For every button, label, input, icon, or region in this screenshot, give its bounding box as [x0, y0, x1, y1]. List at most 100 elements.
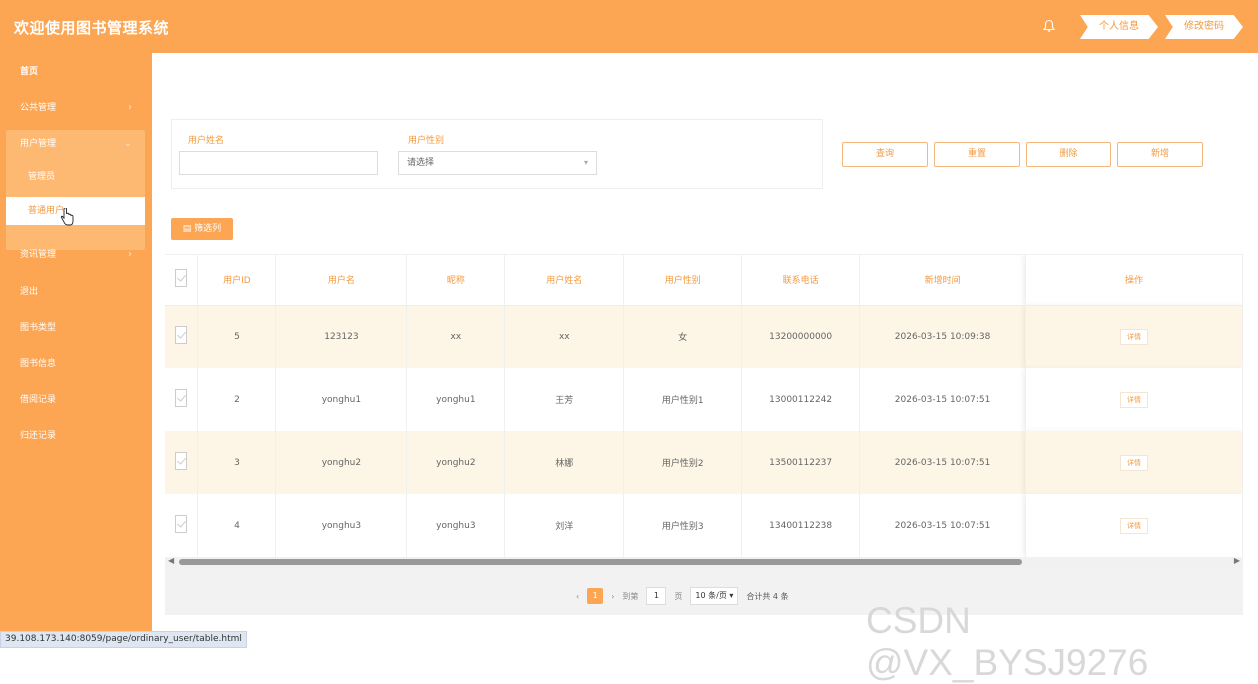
table-cell: 女 — [623, 305, 743, 368]
column-header[interactable]: 昵称 — [406, 255, 506, 306]
sidebar-item-label: 资讯管理 — [20, 250, 57, 260]
prev-page-icon[interactable]: ‹ — [576, 592, 579, 601]
gender-select-value: 请选择 — [407, 158, 435, 168]
sidebar-item-ordinary-user[interactable]: 普通用户 — [6, 197, 145, 225]
row-checkbox[interactable] — [165, 305, 199, 368]
table-cell: 详情 — [1025, 494, 1243, 557]
reset-button[interactable]: 重置 — [934, 142, 1020, 167]
sidebar-item-return[interactable]: 归还记录 — [0, 418, 152, 454]
table-cell: yonghu3 — [406, 494, 506, 557]
table-cell: xx — [406, 305, 506, 368]
sidebar-item-label: 用户管理 — [20, 139, 57, 149]
chevron-right-icon: › — [128, 102, 132, 113]
sidebar-item-news[interactable]: 资讯管理 › — [0, 237, 152, 273]
table-row[interactable]: 3 yonghu2 yonghu2 林娜 用户性别2 13500112237 2… — [165, 431, 1243, 494]
username-label: 用户姓名 — [188, 136, 225, 146]
table-row[interactable]: 2 yonghu1 yonghu1 王芳 用户性别1 13000112242 2… — [165, 368, 1243, 431]
add-button[interactable]: 新增 — [1117, 142, 1203, 167]
table-cell: 刘洋 — [504, 494, 625, 557]
row-checkbox[interactable] — [165, 368, 199, 431]
sidebar-item-home[interactable]: 首页 — [0, 54, 152, 90]
sidebar-item-borrow[interactable]: 借阅记录 — [0, 382, 152, 418]
table-row[interactable]: 5 123123 xx xx 女 13200000000 2026-03-15 … — [165, 305, 1243, 368]
scroll-right-icon[interactable]: ▶ — [1234, 556, 1240, 565]
column-header[interactable]: 用户名 — [275, 255, 408, 306]
scrollbar-thumb[interactable] — [179, 559, 1022, 565]
column-header[interactable]: 新增时间 — [859, 255, 1027, 306]
page-size-select[interactable]: 10 条/页 ▾ — [690, 587, 739, 605]
column-header[interactable]: 联系电话 — [741, 255, 861, 306]
table-cell: 2026-03-15 10:07:51 — [859, 368, 1027, 431]
table-cell: 13200000000 — [741, 305, 861, 368]
gender-select[interactable]: 请选择 ▾ — [398, 151, 597, 175]
row-checkbox[interactable] — [165, 494, 199, 557]
delete-button[interactable]: 删除 — [1026, 142, 1111, 167]
pagination: ‹ 1 › 到第 1 页 10 条/页 ▾ 合计共 4 条 — [576, 586, 789, 606]
table-row[interactable]: 4 yonghu3 yonghu3 刘洋 用户性别3 13400112238 2… — [165, 494, 1243, 557]
total-count: 合计共 4 条 — [746, 591, 789, 601]
top-header: 欢迎使用图书管理系统 个人信息 修改密码 — [0, 0, 1258, 53]
detail-button[interactable]: 详情 — [1120, 328, 1149, 345]
gender-label: 用户性别 — [408, 136, 445, 146]
data-table: 用户ID 用户名 昵称 用户姓名 用户性别 联系电话 新增时间 操作 5 123… — [165, 254, 1243, 557]
detail-button[interactable]: 详情 — [1120, 454, 1149, 471]
sidebar-item-public[interactable]: 公共管理 › — [0, 90, 152, 126]
table-cell: 用户性别1 — [623, 368, 743, 431]
query-button[interactable]: 查询 — [842, 142, 928, 167]
table-cell: yonghu1 — [406, 368, 506, 431]
hand-cursor-icon — [60, 208, 74, 226]
table-cell: 林娜 — [504, 431, 625, 494]
sidebar-item-user[interactable]: 用户管理 ⌄ — [0, 126, 152, 162]
table-cell: 5 — [197, 305, 277, 368]
table-cell: 13500112237 — [741, 431, 861, 494]
column-header[interactable]: 用户姓名 — [504, 255, 625, 306]
change-password-button[interactable]: 修改密码 — [1165, 15, 1243, 39]
table-cell: 用户性别3 — [623, 494, 743, 557]
table-cell: yonghu1 — [275, 368, 408, 431]
column-header[interactable]: 用户性别 — [623, 255, 743, 306]
table-cell: yonghu2 — [275, 431, 408, 494]
table-cell: 2026-03-15 10:09:38 — [859, 305, 1027, 368]
chevron-down-icon: ⌄ — [123, 138, 132, 149]
goto-page-input[interactable]: 1 — [646, 587, 667, 605]
select-all-checkbox[interactable] — [165, 255, 199, 306]
table-cell: 2026-03-15 10:07:51 — [859, 494, 1027, 557]
table-cell: 4 — [197, 494, 277, 557]
next-page-icon[interactable]: › — [611, 592, 614, 601]
sidebar-item-admin[interactable]: 管理员 — [6, 163, 145, 191]
username-input[interactable] — [179, 151, 378, 175]
detail-button[interactable]: 详情 — [1120, 517, 1149, 534]
horizontal-scrollbar[interactable]: ◀ ▶ — [165, 556, 1243, 567]
table-cell: 详情 — [1025, 305, 1243, 368]
table-cell: xx — [504, 305, 625, 368]
filter-columns-button[interactable]: ▤ 筛选列 — [171, 218, 233, 240]
sidebar-item-label: 首页 — [20, 67, 39, 77]
scroll-left-icon[interactable]: ◀ — [168, 556, 174, 565]
chevron-down-icon: ▾ — [583, 158, 588, 167]
row-checkbox[interactable] — [165, 431, 199, 494]
sidebar-item-book-info[interactable]: 图书信息 — [0, 346, 152, 382]
sidebar-item-label: 公共管理 — [20, 103, 57, 113]
table-cell: yonghu2 — [406, 431, 506, 494]
bell-icon[interactable] — [1042, 19, 1056, 33]
table-cell: 13000112242 — [741, 368, 861, 431]
app-title: 欢迎使用图书管理系统 — [14, 19, 170, 37]
table-cell: 2026-03-15 10:07:51 — [859, 431, 1027, 494]
table-cell: 3 — [197, 431, 277, 494]
table-cell: yonghu3 — [275, 494, 408, 557]
status-url: 39.108.173.140:8059/page/ordinary_user/t… — [0, 631, 247, 648]
watermark: CSDN @VX_BYSJ9276 — [866, 600, 1149, 683]
detail-button[interactable]: 详情 — [1120, 391, 1149, 408]
profile-button[interactable]: 个人信息 — [1080, 15, 1158, 39]
filter-label: 筛选列 — [194, 224, 222, 234]
sidebar-item-logout[interactable]: 退出 — [0, 274, 152, 310]
table-cell: 王芳 — [504, 368, 625, 431]
table-cell: 详情 — [1025, 431, 1243, 494]
chevron-right-icon: › — [128, 249, 132, 260]
page-size-value: 10 条/页 — [695, 591, 727, 600]
filter-icon: ▤ — [182, 224, 195, 234]
sidebar-item-book-type[interactable]: 图书类型 — [0, 310, 152, 346]
column-header[interactable]: 用户ID — [197, 255, 277, 306]
page-unit-label: 页 — [674, 591, 683, 601]
current-page-button[interactable]: 1 — [587, 588, 604, 604]
